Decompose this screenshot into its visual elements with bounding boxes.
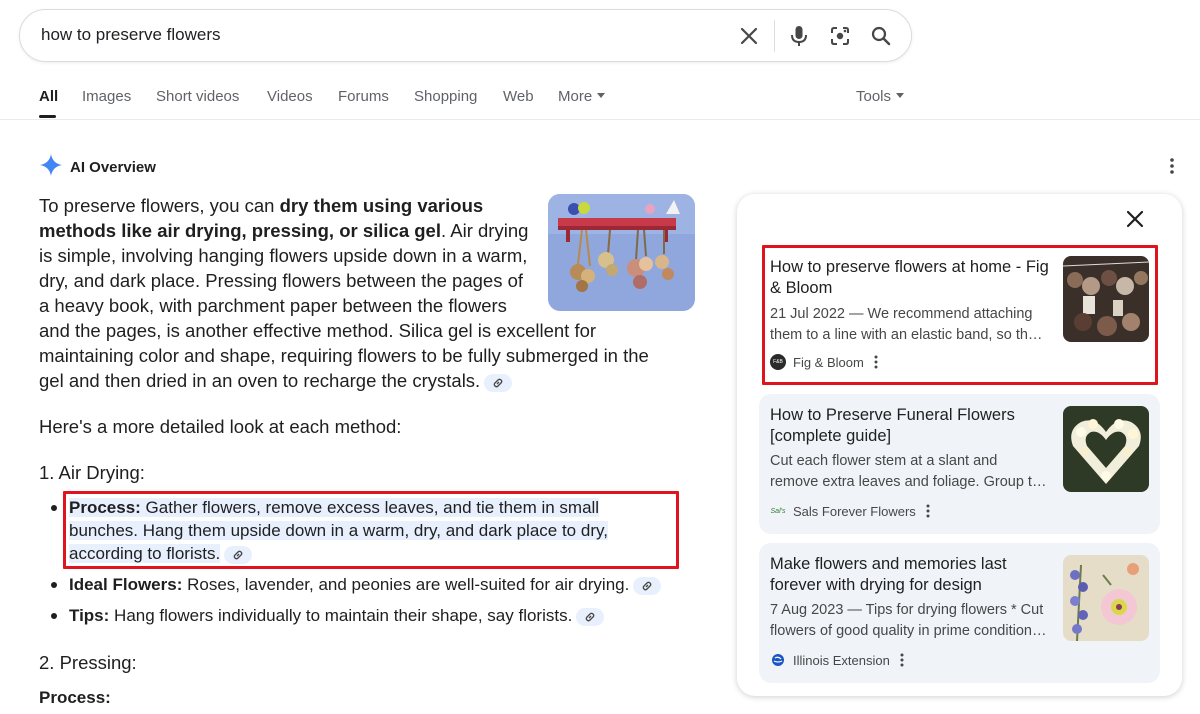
ai-overview-body: To preserve flowers, you can dry them us…: [39, 193, 695, 393]
section-pressing: 2. Pressing:: [39, 652, 137, 673]
source-site: Sal's Sals Forever Flowers: [770, 503, 930, 519]
tab-videos[interactable]: Videos: [267, 88, 313, 105]
source-name: Illinois Extension: [793, 652, 890, 668]
detail-intro: Here's a more detailed look at each meth…: [39, 416, 402, 437]
section-air-drying: 1. Air Drying:: [39, 462, 145, 483]
bullet-label: Tips:: [69, 606, 110, 625]
source-title[interactable]: How to Preserve Funeral Flowers [complet…: [770, 405, 1050, 447]
bullet-label: Ideal Flowers:: [69, 575, 183, 594]
lens-camera-icon[interactable]: [826, 22, 854, 50]
source-title[interactable]: Make flowers and memories last forever w…: [770, 554, 1050, 596]
list-item: Tips: Hang flowers individually to maint…: [49, 604, 669, 627]
divider: [774, 20, 775, 52]
tools-button[interactable]: Tools: [856, 88, 905, 105]
source-thumbnail[interactable]: [1063, 406, 1149, 492]
tab-all[interactable]: All: [39, 88, 58, 105]
source-snippet: Cut each flower stem at a slant and remo…: [770, 451, 1050, 493]
more-options-icon[interactable]: [1163, 156, 1181, 176]
microphone-icon[interactable]: [785, 22, 813, 50]
active-tab-indicator: [39, 115, 56, 118]
tabs-divider: [0, 119, 1200, 120]
tab-more-label: More: [558, 88, 593, 105]
ai-overview-header: AI Overview: [40, 154, 156, 181]
source-card[interactable]: How to Preserve Funeral Flowers [complet…: [759, 394, 1160, 534]
snippet-line: Cut each flower stem at a slant and: [770, 453, 998, 469]
gemini-sparkle-icon: [40, 154, 62, 181]
source-name: Sals Forever Flowers: [793, 503, 916, 519]
bullet-text: Roses, lavender, and peonies are well-su…: [182, 575, 630, 594]
summary-text-start: To preserve flowers, you can: [39, 195, 280, 216]
source-thumbnail[interactable]: [1063, 555, 1149, 641]
ai-overview-title: AI Overview: [70, 159, 156, 176]
pressing-process-label: Process:: [39, 688, 111, 707]
citation-link-icon[interactable]: [576, 608, 605, 626]
sals-favicon: Sal's: [770, 503, 786, 519]
snippet-line: flowers of good quality in prime conditi…: [770, 623, 1047, 639]
bullet-text: Hang flowers individually to maintain th…: [109, 606, 573, 625]
illinois-extension-favicon: [770, 652, 786, 668]
dried-flowers-image[interactable]: [548, 194, 695, 311]
citation-link-icon[interactable]: [484, 374, 513, 392]
list-item: Ideal Flowers: Roses, lavender, and peon…: [49, 573, 669, 596]
tab-short-videos[interactable]: Short videos: [156, 88, 239, 105]
citation-link-icon[interactable]: [633, 577, 662, 595]
tab-images[interactable]: Images: [82, 88, 131, 105]
search-icon[interactable]: [867, 22, 895, 50]
chevron-down-icon: [896, 93, 905, 98]
clear-icon[interactable]: [735, 22, 763, 50]
favicon-text: Sal's: [770, 507, 786, 515]
tab-web[interactable]: Web: [503, 88, 534, 105]
tab-more[interactable]: More: [558, 88, 606, 105]
source-snippet: 7 Aug 2023 — Tips for drying flowers * C…: [770, 600, 1050, 642]
snippet-line: 7 Aug 2023 — Tips for drying flowers * C…: [770, 602, 1044, 618]
source-card[interactable]: Make flowers and memories last forever w…: [759, 543, 1160, 683]
search-bar[interactable]: how to preserve flowers: [19, 9, 912, 62]
search-input[interactable]: how to preserve flowers: [41, 25, 221, 45]
close-icon[interactable]: [1124, 208, 1146, 230]
snippet-line: remove extra leaves and foliage. Group t…: [770, 474, 1047, 490]
highlight-box-process: [63, 491, 679, 569]
tools-label: Tools: [856, 88, 892, 105]
highlight-box-source: [762, 245, 1158, 385]
source-site: Illinois Extension: [770, 652, 904, 668]
chevron-down-icon: [597, 93, 606, 98]
more-options-icon[interactable]: [926, 503, 930, 519]
more-options-icon[interactable]: [900, 652, 904, 668]
tab-forums[interactable]: Forums: [338, 88, 389, 105]
tab-shopping[interactable]: Shopping: [414, 88, 477, 105]
